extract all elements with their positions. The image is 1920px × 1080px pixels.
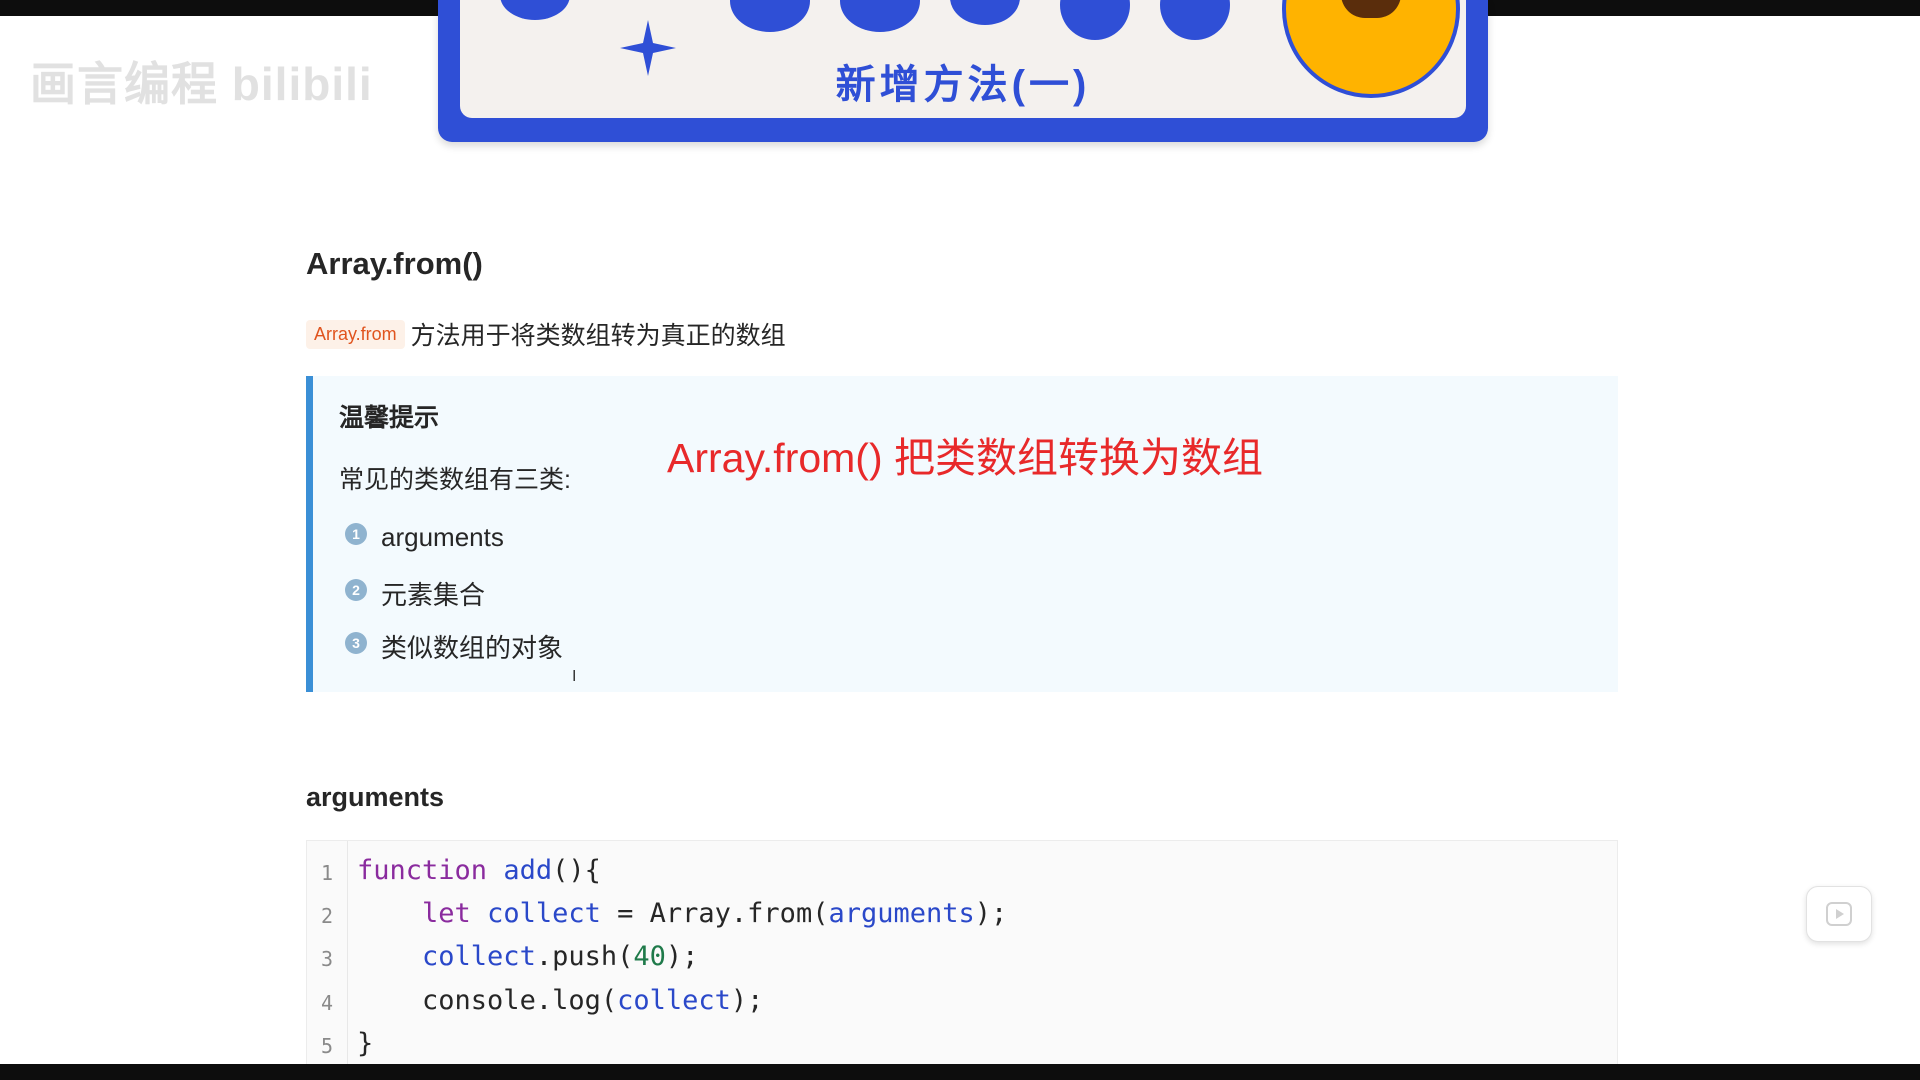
line-number: 2 bbox=[320, 904, 334, 928]
code-text: (){ bbox=[552, 855, 601, 886]
number-badge-icon: 1 bbox=[345, 522, 367, 545]
code-text: console.log( bbox=[422, 985, 618, 1016]
line-number: 4 bbox=[320, 991, 334, 1015]
code-text: ); bbox=[730, 985, 764, 1016]
line-number: 1 bbox=[320, 861, 334, 885]
list-item: 1 arguments bbox=[345, 522, 504, 553]
number-badge-icon: 2 bbox=[345, 578, 367, 601]
code-variable: collect bbox=[487, 898, 601, 929]
code-number: 40 bbox=[633, 941, 666, 972]
code-line: console.log(collect); bbox=[357, 985, 763, 1016]
banner-decoration bbox=[730, 0, 810, 32]
code-text: = Array.from( bbox=[600, 898, 829, 929]
text-cursor-icon: I bbox=[572, 668, 577, 685]
bottom-letterbox bbox=[0, 1064, 1920, 1080]
watermark: 画言编程 bilibili bbox=[30, 58, 373, 110]
list-item-label: 元素集合 bbox=[381, 580, 486, 610]
banner-decoration bbox=[1060, 0, 1130, 40]
code-text: ); bbox=[665, 941, 699, 972]
play-icon bbox=[1826, 902, 1852, 926]
code-keyword: let bbox=[422, 898, 471, 929]
code-line: let collect = Array.from(arguments); bbox=[357, 898, 1007, 929]
tip-title: 温馨提示 bbox=[339, 404, 440, 432]
code-variable: arguments bbox=[828, 898, 975, 929]
code-line: } bbox=[357, 1028, 373, 1059]
tip-subtitle: 常见的类数组有三类: bbox=[339, 466, 571, 494]
code-text: .push( bbox=[535, 941, 634, 972]
play-button[interactable] bbox=[1806, 886, 1872, 942]
banner-decoration bbox=[1160, 0, 1230, 40]
list-item: 2 元素集合 bbox=[345, 575, 485, 612]
line-number: 3 bbox=[320, 947, 334, 971]
code-variable: collect bbox=[422, 941, 536, 972]
list-item-label: 类似数组的对象 bbox=[381, 633, 564, 663]
code-function-name: add bbox=[503, 855, 553, 886]
number-badge-icon: 3 bbox=[345, 631, 367, 654]
code-keyword: function bbox=[357, 855, 488, 886]
code-block[interactable]: 1 2 3 4 5 function add(){ let collect = … bbox=[306, 840, 1618, 1066]
banner-decoration bbox=[500, 0, 570, 20]
banner-decoration bbox=[950, 0, 1020, 25]
code-text: } bbox=[357, 1028, 374, 1059]
video-overlay-caption: Array.from() 把类数组转换为数组 bbox=[667, 435, 1264, 481]
list-item: 3 类似数组的对象 bbox=[345, 628, 563, 665]
code-line: collect.push(40); bbox=[357, 941, 698, 972]
sun-face bbox=[1341, 0, 1401, 18]
code-line: function add(){ bbox=[357, 855, 601, 886]
section-heading-array-from: Array.from() bbox=[306, 246, 483, 281]
header-banner: 新增方法(一) bbox=[438, 0, 1488, 142]
line-number: 5 bbox=[320, 1034, 334, 1058]
banner-title: 新增方法(一) bbox=[835, 63, 1091, 107]
intro-text: 方法用于将类数组转为真正的数组 bbox=[410, 322, 786, 350]
code-variable: collect bbox=[617, 985, 731, 1016]
inline-code: Array.from bbox=[306, 319, 405, 349]
code-text: ); bbox=[974, 898, 1008, 929]
list-item-label: arguments bbox=[381, 522, 504, 552]
intro-paragraph: Array.from 方法用于将类数组转为真正的数组 bbox=[306, 316, 786, 352]
banner-inner: 新增方法(一) bbox=[460, 0, 1466, 118]
banner-decoration bbox=[840, 0, 920, 32]
section-heading-arguments: arguments bbox=[306, 782, 445, 812]
